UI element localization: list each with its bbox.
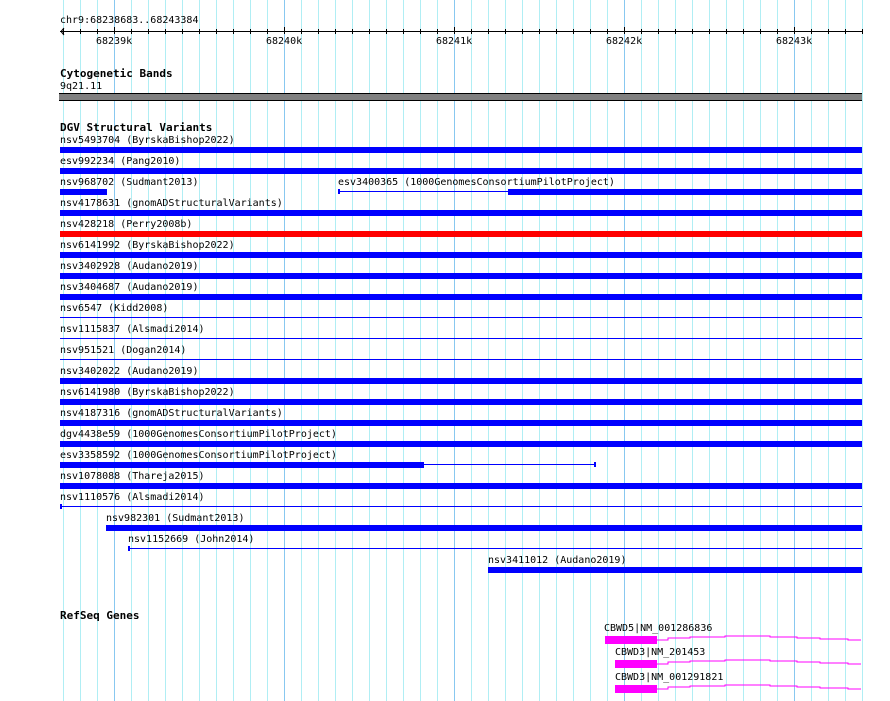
gene-intron-line [657, 635, 861, 641]
variant-line[interactable] [60, 338, 862, 339]
gene-exon[interactable] [605, 636, 657, 644]
cytoband-bar[interactable] [59, 93, 862, 101]
variant-bar[interactable] [60, 147, 862, 153]
variant-bar[interactable] [60, 441, 862, 447]
variant-line[interactable] [338, 191, 508, 192]
gene-label: CBWD3|NM_001291821 [615, 672, 724, 683]
variant-bar[interactable] [60, 462, 424, 468]
variant-bar[interactable] [60, 252, 862, 258]
variant-label: nsv4178631 (gnomADStructuralVariants) [60, 198, 283, 209]
variant-label: nsv3402928 (Audano2019) [60, 261, 199, 272]
cytoband-title: Cytogenetic Bands [60, 67, 173, 80]
variant-label: esv3358592 (1000GenomesConsortiumPilotPr… [60, 450, 337, 461]
variant-label: nsv6141992 (ByrskaBishop2022) [60, 240, 235, 251]
variant-bar[interactable] [488, 567, 862, 573]
variant-bar[interactable] [60, 231, 862, 237]
variant-bar[interactable] [60, 378, 862, 384]
ruler-tick-label: 68243k [776, 36, 813, 47]
refseq-title: RefSeq Genes [60, 609, 140, 622]
gene-intron-line [657, 659, 861, 665]
variant-bar[interactable] [60, 189, 107, 195]
variant-label: nsv3402022 (Audano2019) [60, 366, 199, 377]
ruler-tick-label: 68240k [266, 36, 303, 47]
variant-label: nsv1152669 (John2014) [128, 534, 255, 545]
variant-label: nsv1110576 (Alsmadi2014) [60, 492, 205, 503]
variant-label: nsv6141980 (ByrskaBishop2022) [60, 387, 235, 398]
gene-label: CBWD3|NM_201453 [615, 647, 706, 658]
variant-bar[interactable] [60, 399, 862, 405]
variant-label: nsv4187316 (gnomADStructuralVariants) [60, 408, 283, 419]
variant-bar[interactable] [106, 525, 862, 531]
variant-end-tick [128, 546, 130, 551]
variant-line[interactable] [60, 359, 862, 360]
variant-bar[interactable] [60, 420, 862, 426]
variant-label: nsv428218 (Perry2008b) [60, 219, 193, 230]
variant-label: nsv968702 (Sudmant2013) [60, 177, 199, 188]
variant-bar[interactable] [60, 294, 862, 300]
variant-end-tick [594, 462, 596, 467]
variant-label: dgv4438e59 (1000GenomesConsortiumPilotPr… [60, 429, 337, 440]
cytoband-label: 9q21.11 [60, 81, 103, 92]
variant-label: nsv982301 (Sudmant2013) [106, 513, 245, 524]
variant-label: nsv951521 (Dogan2014) [60, 345, 187, 356]
location-label: chr9:68238683..68243384 [60, 15, 199, 26]
variant-label: esv992234 (Pang2010) [60, 156, 181, 167]
variant-label: nsv3404687 (Audano2019) [60, 282, 199, 293]
variant-line[interactable] [424, 464, 595, 465]
gene-label: CBWD5|NM_001286836 [604, 623, 713, 634]
variant-label: nsv1115837 (Alsmadi2014) [60, 324, 205, 335]
variant-bar[interactable] [60, 273, 862, 279]
variant-line[interactable] [60, 506, 862, 507]
gene-exon[interactable] [615, 685, 657, 693]
variant-label: nsv5493704 (ByrskaBishop2022) [60, 135, 235, 146]
variant-bar[interactable] [60, 210, 862, 216]
gene-exon[interactable] [615, 660, 657, 668]
variant-bar[interactable] [60, 483, 862, 489]
ruler-tick-label: 68239k [96, 36, 133, 47]
variant-label: nsv6547 (Kidd2008) [60, 303, 169, 314]
dgv-title: DGV Structural Variants [60, 121, 213, 134]
ruler-tick-label: 68241k [436, 36, 473, 47]
ruler-tick-label: 68242k [606, 36, 643, 47]
variant-bar[interactable] [60, 168, 862, 174]
variant-end-tick [338, 189, 340, 194]
variant-label: nsv1078088 (Thareja2015) [60, 471, 205, 482]
variant-label: esv3400365 (1000GenomesConsortiumPilotPr… [338, 177, 615, 188]
variant-bar[interactable] [508, 189, 862, 195]
variant-line[interactable] [128, 548, 862, 549]
variant-line[interactable] [60, 317, 862, 318]
variant-label: nsv3411012 (Audano2019) [488, 555, 627, 566]
variant-end-tick [60, 504, 62, 509]
gene-intron-line [657, 684, 861, 690]
